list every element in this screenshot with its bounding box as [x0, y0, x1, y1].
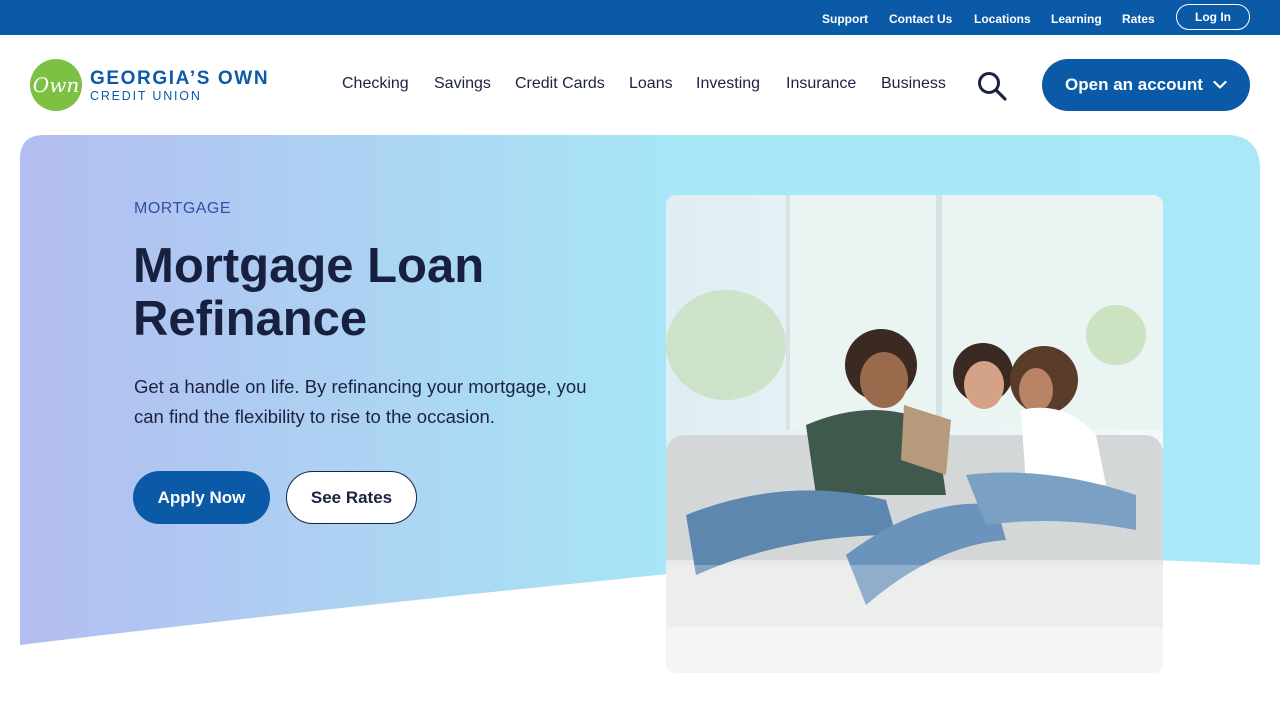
logo-name-line2: CREDIT UNION: [90, 89, 202, 103]
apply-now-button[interactable]: Apply Now: [133, 471, 270, 524]
site-header: Own GEORGIA’S OWN CREDIT UNION Checking …: [0, 35, 1280, 135]
open-account-label: Open an account: [1065, 75, 1203, 94]
nav-item-checking[interactable]: Checking: [342, 75, 409, 93]
logo-name-line1: GEORGIA’S OWN: [90, 68, 270, 89]
utility-link-contact-us[interactable]: Contact Us: [889, 12, 952, 26]
brand-logo[interactable]: Own GEORGIA’S OWN CREDIT UNION: [30, 59, 280, 113]
utility-bar: Support Contact Us Locations Learning Ra…: [0, 0, 1280, 35]
nav-item-loans[interactable]: Loans: [629, 75, 673, 93]
page-title: Mortgage Loan Refinance: [133, 239, 485, 346]
hero-photo-family-reading: [666, 195, 1163, 673]
search-icon: [978, 72, 1007, 101]
nav-item-investing[interactable]: Investing: [696, 75, 760, 93]
search-button[interactable]: [976, 70, 1008, 102]
login-button[interactable]: Log In: [1176, 4, 1250, 30]
nav-item-credit-cards[interactable]: Credit Cards: [515, 75, 605, 93]
open-account-button[interactable]: Open an account: [1042, 59, 1250, 111]
hero-eyebrow: MORTGAGE: [134, 200, 232, 217]
nav-item-insurance[interactable]: Insurance: [786, 75, 856, 93]
nav-item-business[interactable]: Business: [881, 75, 946, 93]
hero-description: Get a handle on life. By refinancing you…: [134, 376, 587, 427]
logo-mark: Own: [30, 59, 82, 111]
utility-link-rates[interactable]: Rates: [1122, 12, 1155, 26]
chevron-down-icon: [1213, 80, 1227, 89]
see-rates-button[interactable]: See Rates: [286, 471, 417, 524]
utility-link-learning[interactable]: Learning: [1051, 12, 1102, 26]
nav-item-savings[interactable]: Savings: [434, 75, 491, 93]
utility-link-locations[interactable]: Locations: [974, 12, 1031, 26]
utility-link-support[interactable]: Support: [822, 12, 868, 26]
